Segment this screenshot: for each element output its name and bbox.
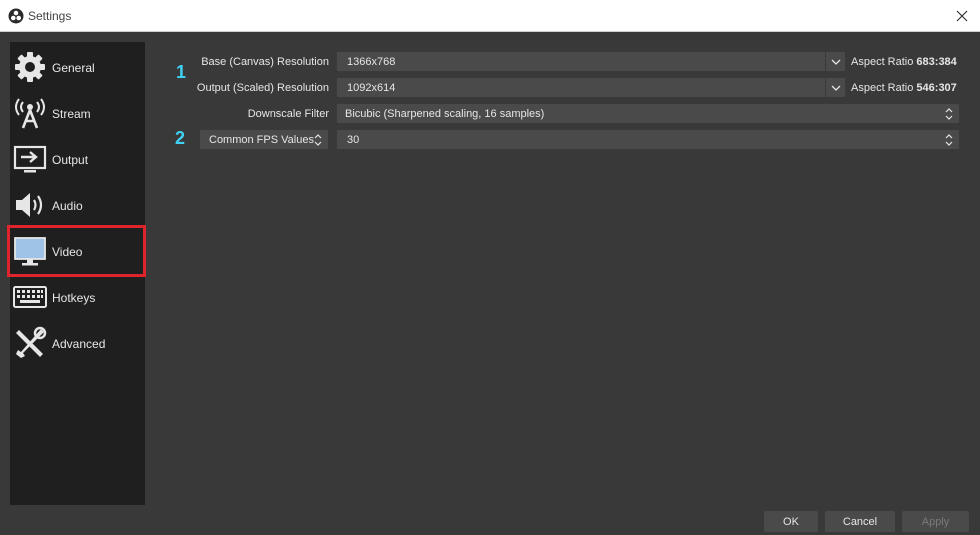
annotation-marker-1: 1 bbox=[176, 62, 187, 82]
annotation-marker-2: 2 bbox=[175, 128, 186, 148]
fps-type-select[interactable]: Common FPS Values bbox=[199, 129, 329, 150]
sidebar-item-label: Advanced bbox=[52, 337, 106, 351]
chevron-down-icon[interactable] bbox=[825, 52, 845, 71]
downscale-filter-label: Downscale Filter bbox=[247, 108, 329, 120]
aspect-ratio-value: 683:384 bbox=[916, 56, 957, 68]
sidebar-item-audio[interactable]: Audio bbox=[10, 182, 145, 228]
fps-type-value: Common FPS Values bbox=[209, 134, 314, 146]
output-resolution-label: Output (Scaled) Resolution bbox=[196, 82, 329, 94]
monitor-icon bbox=[14, 237, 46, 266]
chevron-down-icon[interactable] bbox=[825, 78, 845, 97]
obs-logo-icon bbox=[8, 8, 24, 24]
title-bar: Settings bbox=[0, 0, 980, 32]
sidebar-item-hotkeys[interactable]: Hotkeys bbox=[10, 274, 145, 320]
aspect-ratio-prefix: Aspect Ratio bbox=[851, 82, 917, 94]
keyboard-icon bbox=[13, 286, 47, 308]
downscale-filter-select[interactable]: Bicubic (Sharpened scaling, 16 samples) bbox=[336, 103, 960, 124]
output-resolution-value: 1092x614 bbox=[347, 82, 396, 94]
output-aspect-ratio: Aspect Ratio 546:307 bbox=[851, 82, 957, 94]
fps-value-select[interactable]: 30 bbox=[336, 129, 960, 150]
ok-button[interactable]: OK bbox=[764, 511, 818, 532]
sidebar-item-stream[interactable]: Stream bbox=[10, 90, 145, 136]
cancel-button[interactable]: Cancel bbox=[825, 511, 895, 532]
sidebar-item-label: Video bbox=[52, 245, 83, 259]
updown-arrows-icon[interactable] bbox=[939, 104, 959, 123]
sidebar-item-label: Stream bbox=[52, 107, 91, 121]
sidebar-item-label: Audio bbox=[52, 199, 83, 213]
base-aspect-ratio: Aspect Ratio 683:384 bbox=[851, 56, 957, 68]
settings-sidebar: General Stream Output Audio Video Hotkey… bbox=[7, 42, 146, 505]
sidebar-item-general[interactable]: General bbox=[10, 44, 145, 90]
apply-button[interactable]: Apply bbox=[902, 511, 969, 532]
sidebar-item-output[interactable]: Output bbox=[10, 136, 145, 182]
sidebar-item-label: Output bbox=[52, 153, 89, 167]
fps-value: 30 bbox=[347, 134, 360, 146]
base-resolution-label: Base (Canvas) Resolution bbox=[201, 56, 329, 68]
base-resolution-combobox[interactable]: 1366x768 bbox=[336, 51, 846, 72]
base-resolution-value: 1366x768 bbox=[347, 56, 396, 68]
sidebar-item-video[interactable]: Video bbox=[7, 225, 146, 277]
output-monitor-icon bbox=[13, 145, 47, 173]
gear-icon bbox=[15, 52, 45, 82]
window-title: Settings bbox=[28, 9, 72, 23]
aspect-ratio-value: 546:307 bbox=[916, 82, 957, 94]
downscale-filter-value: Bicubic (Sharpened scaling, 16 samples) bbox=[345, 108, 545, 120]
output-resolution-combobox[interactable]: 1092x614 bbox=[336, 77, 846, 98]
updown-arrows-icon[interactable] bbox=[308, 130, 328, 149]
tools-icon bbox=[16, 326, 47, 358]
sidebar-item-advanced[interactable]: Advanced bbox=[10, 320, 145, 366]
sidebar-item-label: General bbox=[52, 61, 95, 75]
aspect-ratio-prefix: Aspect Ratio bbox=[851, 56, 917, 68]
updown-arrows-icon[interactable] bbox=[939, 130, 959, 149]
sidebar-item-label: Hotkeys bbox=[52, 291, 96, 305]
close-icon[interactable] bbox=[950, 4, 974, 28]
speaker-icon bbox=[16, 193, 43, 217]
broadcast-tower-icon bbox=[15, 98, 45, 129]
